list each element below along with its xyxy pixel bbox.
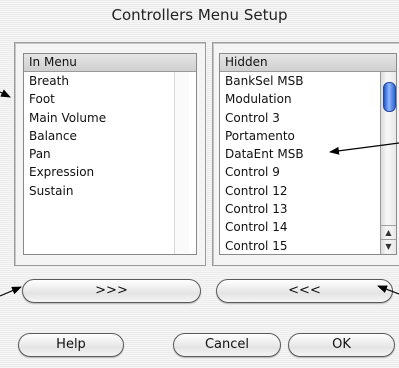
list-item[interactable]: Breath bbox=[24, 72, 196, 90]
in-menu-header: In Menu bbox=[24, 54, 196, 72]
cancel-button[interactable]: Cancel bbox=[173, 333, 281, 357]
hidden-list-body: BankSel MSB Modulation Control 3 Portame… bbox=[220, 72, 396, 254]
list-item[interactable]: Foot bbox=[24, 90, 196, 108]
ok-button[interactable]: OK bbox=[288, 333, 395, 357]
list-item[interactable]: DataEnt MSB bbox=[220, 145, 396, 163]
list-item[interactable]: Control 14 bbox=[220, 218, 396, 236]
hidden-header: Hidden bbox=[220, 54, 396, 72]
list-item[interactable]: Control 12 bbox=[220, 182, 396, 200]
list-item[interactable]: BankSel MSB bbox=[220, 72, 396, 90]
help-button[interactable]: Help bbox=[18, 333, 124, 357]
in-menu-list[interactable]: In Menu Breath Foot Main Volume Balance … bbox=[23, 53, 197, 255]
hidden-panel: Hidden BankSel MSB Modulation Control 3 … bbox=[212, 42, 399, 266]
list-item[interactable]: Control 3 bbox=[220, 109, 396, 127]
list-item[interactable]: Main Volume bbox=[24, 109, 196, 127]
list-item[interactable]: Sustain bbox=[24, 182, 196, 200]
move-to-hidden-button[interactable]: >>> bbox=[22, 279, 201, 303]
controllers-menu-setup-dialog: Controllers Menu Setup In Menu Breath Fo… bbox=[0, 0, 399, 368]
callout-arrow-icon bbox=[0, 89, 11, 98]
scroll-thumb[interactable] bbox=[383, 82, 396, 112]
list-item[interactable]: Control 15 bbox=[220, 237, 396, 255]
list-item[interactable]: Modulation bbox=[220, 90, 396, 108]
list-item[interactable]: Pan bbox=[24, 145, 196, 163]
dialog-title: Controllers Menu Setup bbox=[111, 6, 288, 24]
list-item[interactable]: Portamento bbox=[220, 127, 396, 145]
move-to-menu-button[interactable]: <<< bbox=[216, 279, 393, 303]
scroll-up-arrow-icon[interactable]: ▲ bbox=[381, 225, 396, 240]
hidden-scrollbar[interactable]: ▲ ▼ bbox=[380, 72, 396, 254]
list-item[interactable]: Control 9 bbox=[220, 163, 396, 181]
in-menu-list-body: Breath Foot Main Volume Balance Pan Expr… bbox=[24, 72, 196, 254]
in-menu-panel: In Menu Breath Foot Main Volume Balance … bbox=[14, 42, 206, 266]
list-item[interactable]: Balance bbox=[24, 127, 196, 145]
scroll-down-arrow-icon[interactable]: ▼ bbox=[381, 239, 396, 254]
list-item[interactable]: Expression bbox=[24, 163, 196, 181]
callout-arrow-icon bbox=[0, 286, 22, 297]
hidden-list[interactable]: Hidden BankSel MSB Modulation Control 3 … bbox=[219, 53, 397, 255]
in-menu-scroll-track bbox=[174, 72, 189, 254]
list-item[interactable]: Control 13 bbox=[220, 200, 396, 218]
